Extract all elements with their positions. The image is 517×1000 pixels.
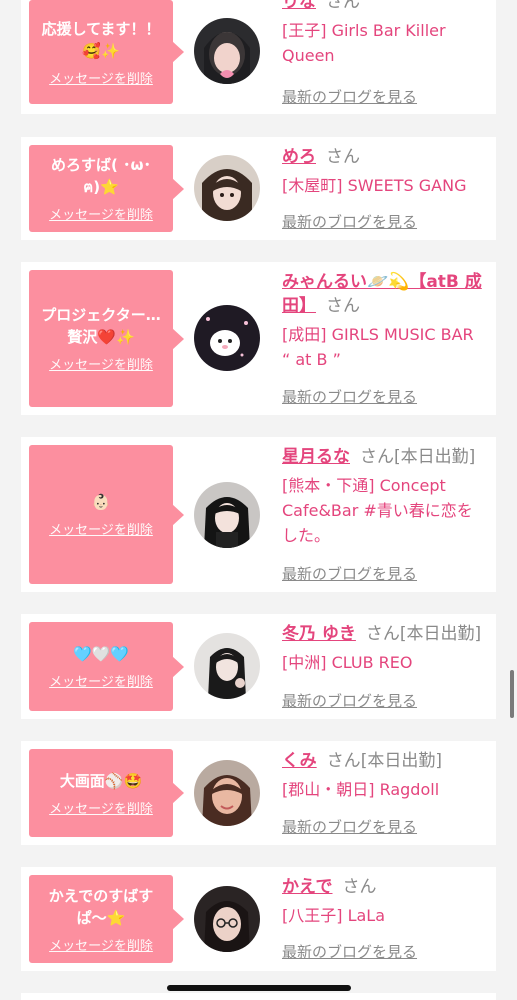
list-item: 👶🏻 メッセージを削除 星月るな さん[本日出勤] [熊本・下通] Concept…: [21, 437, 496, 592]
latest-blog-link[interactable]: 最新のブログを見る: [282, 941, 417, 962]
honorific: さん: [326, 296, 360, 316]
list-item: 応援してます！！ 🥰✨ メッセージを削除 りな さん [王子] Girls Bar…: [21, 0, 496, 114]
latest-blog-link[interactable]: 最新のブログを見る: [282, 563, 417, 584]
list-item: かえでのすばす ぱ〜⭐ メッセージを削除 かえで さん [八王子] LaLa 最新…: [21, 867, 496, 971]
latest-blog-link[interactable]: 最新のブログを見る: [282, 86, 417, 107]
honorific: さん: [365, 624, 400, 644]
latest-blog-link[interactable]: 最新のブログを見る: [282, 211, 417, 232]
honorific: さん: [326, 147, 360, 167]
avatar[interactable]: [194, 633, 260, 699]
latest-blog-link[interactable]: 最新のブログを見る: [282, 816, 417, 837]
list-item: プロジェクター… 贅沢❤️✨ メッセージを削除 みゃんるい🪐💫【atB 成田】さ…: [21, 262, 496, 415]
cast-name-link[interactable]: かえで: [282, 877, 333, 897]
avatar[interactable]: [194, 18, 260, 84]
list-item: 🩵🤍🩵 メッセージを削除 冬乃 ゆき さん[本日出勤] [中洲] CLUB REO…: [21, 614, 496, 719]
message-text: かえでのすばす ぱ〜⭐: [48, 886, 154, 927]
cast-name-link[interactable]: りな: [282, 0, 316, 12]
latest-blog-link[interactable]: 最新のブログを見る: [282, 690, 417, 711]
message-text: 大画面⚾🤩: [59, 771, 143, 790]
shop-name: [成田] GIRLS MUSIC BAR “ at B ”: [282, 325, 474, 369]
message-text: プロジェクター… 贅沢❤️✨: [41, 306, 161, 346]
status-badge: [本日出勤]: [399, 624, 482, 644]
home-indicator: [167, 985, 351, 991]
latest-blog-link[interactable]: 最新のブログを見る: [282, 386, 417, 407]
delete-message-link[interactable]: メッセージを削除: [49, 519, 153, 538]
list-item: めろすば( ･ω･ฅ)⭐ メッセージを削除 めろ さん [木屋町] SWEETS …: [21, 137, 496, 240]
cast-name-link[interactable]: くみ: [282, 751, 317, 771]
message-bubble: 応援してます！！ 🥰✨ メッセージを削除: [29, 0, 184, 104]
avatar[interactable]: [194, 155, 260, 221]
avatar[interactable]: [194, 760, 260, 826]
message-text: 応援してます！！ 🥰✨: [41, 19, 161, 60]
message-bubble: かえでのすばす ぱ〜⭐ メッセージを削除: [29, 875, 184, 963]
shop-name: [郡山・朝日] Ragdoll: [282, 780, 440, 799]
delete-message-link[interactable]: メッセージを削除: [49, 935, 153, 954]
delete-message-link[interactable]: メッセージを削除: [49, 204, 153, 223]
shop-name: [木屋町] SWEETS GANG: [282, 176, 467, 195]
status-badge: [本日出勤]: [394, 447, 476, 467]
honorific: さん: [326, 751, 361, 771]
delete-message-link[interactable]: メッセージを削除: [49, 671, 153, 690]
honorific: さん: [326, 0, 360, 12]
message-bubble: 大画面⚾🤩 メッセージを削除: [29, 749, 184, 837]
avatar[interactable]: [194, 886, 260, 952]
honorific: さん: [360, 447, 394, 467]
message-text: 🩵🤍🩵: [72, 645, 130, 663]
status-badge: [本日出勤]: [360, 751, 442, 771]
delete-message-link[interactable]: メッセージを削除: [49, 798, 153, 817]
cast-name-link[interactable]: みゃんるい🪐💫【atB 成田】: [282, 272, 482, 316]
message-text: めろすば( ･ω･ฅ)⭐: [50, 156, 152, 196]
message-text: 👶🏻: [91, 493, 111, 511]
shop-name: [八王子] LaLa: [282, 906, 386, 925]
cast-name-link[interactable]: めろ: [282, 147, 316, 167]
scrollbar[interactable]: [510, 670, 514, 718]
message-bubble: 👶🏻 メッセージを削除: [29, 445, 184, 584]
delete-message-link[interactable]: メッセージを削除: [49, 354, 153, 373]
shop-name: [熊本・下通] Concept Cafe&Bar #青い春に恋を した。: [282, 476, 473, 545]
avatar[interactable]: [194, 305, 260, 371]
shop-name: [中洲] CLUB REO: [282, 653, 413, 672]
message-bubble: めろすば( ･ω･ฅ)⭐ メッセージを削除: [29, 145, 184, 232]
honorific: さん: [342, 877, 377, 897]
shop-name: [王子] Girls Bar Killer Queen: [282, 21, 446, 65]
avatar[interactable]: [194, 482, 260, 548]
cast-name-link[interactable]: 星月るな: [282, 447, 350, 467]
message-bubble: 🩵🤍🩵 メッセージを削除: [29, 622, 184, 711]
delete-message-link[interactable]: メッセージを削除: [49, 68, 153, 87]
message-bubble: プロジェクター… 贅沢❤️✨ メッセージを削除: [29, 270, 184, 407]
list-item: 大画面⚾🤩 メッセージを削除 くみ さん[本日出勤] [郡山・朝日] Ragdol…: [21, 741, 496, 845]
list-item: [21, 993, 496, 1000]
cast-name-link[interactable]: 冬乃 ゆき: [282, 624, 356, 644]
